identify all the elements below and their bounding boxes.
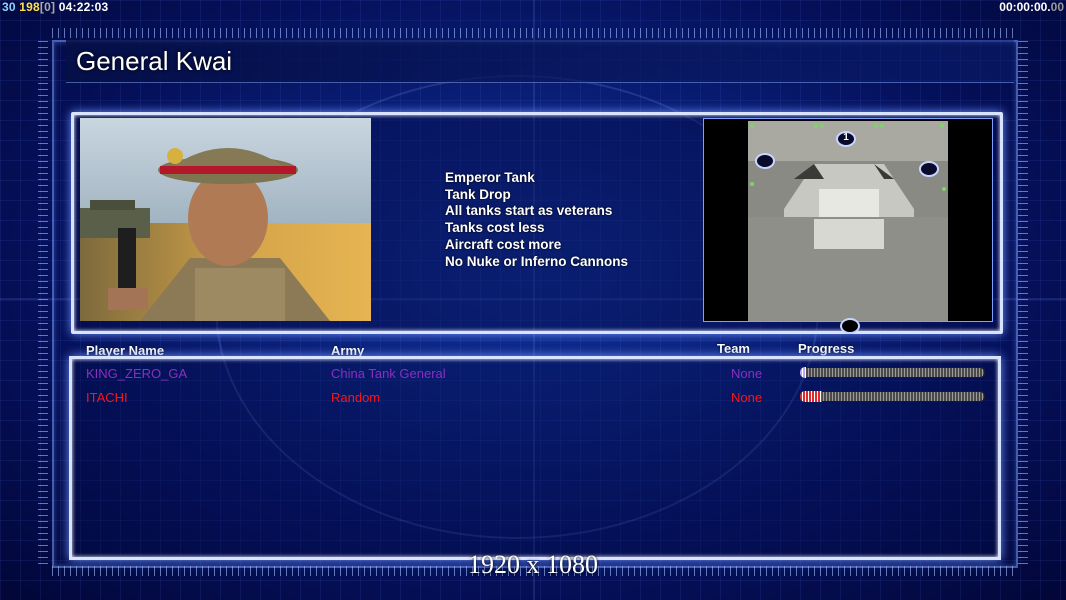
- player-name: KING_ZERO_GA: [86, 366, 188, 381]
- ruler-top: [52, 28, 1014, 38]
- general-portrait-image: [80, 118, 371, 321]
- player-team: None: [731, 390, 763, 405]
- player-progress-fill: [800, 391, 823, 402]
- timer-main: 00:00:00.: [999, 0, 1051, 14]
- general-features: Emperor Tank Tank Drop All tanks start a…: [445, 170, 628, 270]
- player-list-panel: [69, 356, 1001, 560]
- feature-item: All tanks start as veterans: [445, 203, 613, 219]
- map-preview-image: [704, 119, 992, 321]
- player-progress-bar: [800, 391, 985, 402]
- hud-stats: 30 198[0] 04:22:03: [2, 0, 108, 14]
- map-scroll-knob[interactable]: [840, 318, 860, 334]
- player-progress-bar: [800, 367, 985, 378]
- general-title: General Kwai: [76, 46, 233, 76]
- system-clock: 04:22:03: [58, 0, 109, 14]
- header-team: Team: [717, 341, 750, 356]
- general-portrait: [80, 118, 371, 321]
- fps-counter: 30: [2, 0, 16, 14]
- ruler-left: [38, 40, 48, 564]
- player-team: None: [731, 366, 763, 381]
- player-row[interactable]: KING_ZERO_GA China Tank General None: [0, 366, 1066, 382]
- feature-item: Tanks cost less: [445, 220, 545, 236]
- player-army: Random: [331, 390, 381, 405]
- ping-extra: [0]: [39, 0, 56, 14]
- feature-item: No Nuke or Inferno Cannons: [445, 253, 629, 269]
- ping-counter: 198: [19, 0, 40, 14]
- map-preview[interactable]: 1: [703, 118, 993, 322]
- game-timer: 00:00:00.00: [999, 0, 1064, 14]
- feature-item: Emperor Tank: [445, 170, 535, 185]
- player-name: ITACHI: [86, 390, 128, 405]
- header-progress: Progress: [798, 341, 855, 356]
- map-start-marker-label: 1: [843, 132, 849, 143]
- player-army: China Tank General: [331, 366, 446, 381]
- player-progress-fill: [800, 367, 806, 378]
- player-row[interactable]: ITACHI Random None: [0, 390, 1066, 406]
- ruler-right: [1018, 40, 1028, 564]
- timer-ms: 00: [1050, 0, 1064, 14]
- resolution-label: 1920 x 1080: [468, 550, 598, 579]
- feature-item: Tank Drop: [445, 186, 511, 202]
- feature-item: Aircraft cost more: [445, 236, 562, 252]
